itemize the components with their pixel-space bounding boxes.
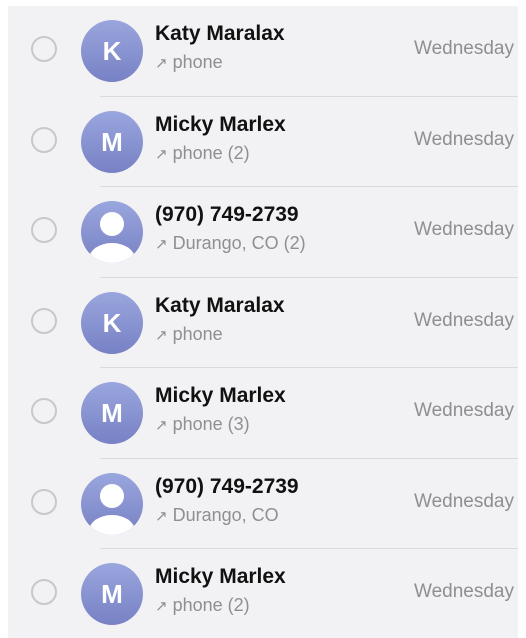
recents-panel: K Katy Maralax ↗ phone Wednesday M Micky … xyxy=(8,6,518,638)
silhouette-head xyxy=(100,483,124,508)
call-detail-label: phone (2) xyxy=(172,595,250,615)
select-circle[interactable] xyxy=(31,217,57,243)
call-row[interactable]: M Micky Marlex ↗ phone (3) Wednesday xyxy=(8,368,518,459)
avatar: M xyxy=(81,110,143,173)
call-detail-label: Durango, CO (2) xyxy=(172,233,306,253)
person-silhouette-icon xyxy=(89,483,135,535)
call-row[interactable]: K Katy Maralax ↗ phone Wednesday xyxy=(8,278,518,368)
call-time: Wednesday xyxy=(414,128,514,150)
avatar-initial: M xyxy=(101,579,123,609)
select-circle[interactable] xyxy=(31,488,57,515)
select-circle[interactable] xyxy=(31,126,57,153)
call-time: Wednesday xyxy=(414,400,514,421)
caller-name: Micky Marlex xyxy=(155,565,286,588)
call-row[interactable]: (970) 749-2739 ↗ Durango, CO (2) Wednesda… xyxy=(8,187,518,278)
call-detail-label: Durango, CO xyxy=(172,504,279,525)
silhouette-body xyxy=(89,243,135,263)
avatar: K xyxy=(81,20,143,82)
outgoing-arrow-icon: ↗ xyxy=(155,598,168,615)
call-detail: ↗ Durango, CO (2) xyxy=(155,233,306,254)
caller-name: (970) 749-2739 xyxy=(155,203,299,226)
outgoing-arrow-icon: ↗ xyxy=(155,145,168,163)
call-time: Wednesday xyxy=(414,309,514,331)
call-detail: ↗ phone (3) xyxy=(155,414,250,435)
outgoing-arrow-icon: ↗ xyxy=(155,417,168,434)
caller-name: Micky Marlex xyxy=(155,384,286,407)
person-silhouette-icon xyxy=(81,201,143,263)
avatar-initial: K xyxy=(102,36,122,66)
call-time: Wednesday xyxy=(414,38,514,59)
call-detail-label: phone xyxy=(172,323,223,344)
caller-name: Katy Maralax xyxy=(155,22,285,45)
select-circle[interactable] xyxy=(31,307,57,334)
select-circle[interactable] xyxy=(31,398,57,424)
caller-name: Micky Marlex xyxy=(155,112,286,136)
silhouette-body xyxy=(89,514,135,535)
call-detail: ↗ Durango, CO xyxy=(155,505,279,526)
outgoing-arrow-icon: ↗ xyxy=(155,236,168,253)
call-detail-label: phone (3) xyxy=(172,414,250,434)
call-row[interactable]: M Micky Marlex ↗ phone (2) Wednesday xyxy=(8,97,518,187)
call-detail-label: phone xyxy=(172,52,223,72)
person-silhouette-icon xyxy=(81,472,143,535)
call-time: Wednesday xyxy=(414,490,514,512)
avatar: M xyxy=(81,382,143,444)
call-detail: ↗ phone (2) xyxy=(155,143,250,164)
silhouette-head xyxy=(100,212,124,236)
recent-calls-list: K Katy Maralax ↗ phone Wednesday M Micky … xyxy=(8,6,518,638)
caller-name: Katy Maralax xyxy=(155,293,285,317)
call-row[interactable]: K Katy Maralax ↗ phone Wednesday xyxy=(8,6,518,97)
call-detail: ↗ phone xyxy=(155,324,223,345)
select-circle[interactable] xyxy=(31,36,57,62)
avatar-initial: K xyxy=(102,307,122,338)
outgoing-arrow-icon: ↗ xyxy=(155,326,168,344)
caller-name: (970) 749-2739 xyxy=(155,474,299,498)
call-detail: ↗ phone (2) xyxy=(155,595,250,616)
avatar: M xyxy=(81,563,143,625)
call-time: Wednesday xyxy=(414,219,514,240)
select-circle[interactable] xyxy=(31,579,57,605)
avatar-initial: M xyxy=(101,398,123,428)
call-row[interactable]: M Micky Marlex ↗ phone (2) Wednesday xyxy=(8,549,518,638)
person-silhouette-icon xyxy=(89,212,135,263)
call-detail-label: phone (2) xyxy=(172,142,250,163)
outgoing-arrow-icon: ↗ xyxy=(155,507,168,525)
outgoing-arrow-icon: ↗ xyxy=(155,55,168,72)
avatar-initial: M xyxy=(101,126,123,157)
call-time: Wednesday xyxy=(414,581,514,602)
avatar: K xyxy=(81,291,143,354)
call-row[interactable]: (970) 749-2739 ↗ Durango, CO Wednesday xyxy=(8,459,518,549)
call-detail: ↗ phone xyxy=(155,52,223,73)
